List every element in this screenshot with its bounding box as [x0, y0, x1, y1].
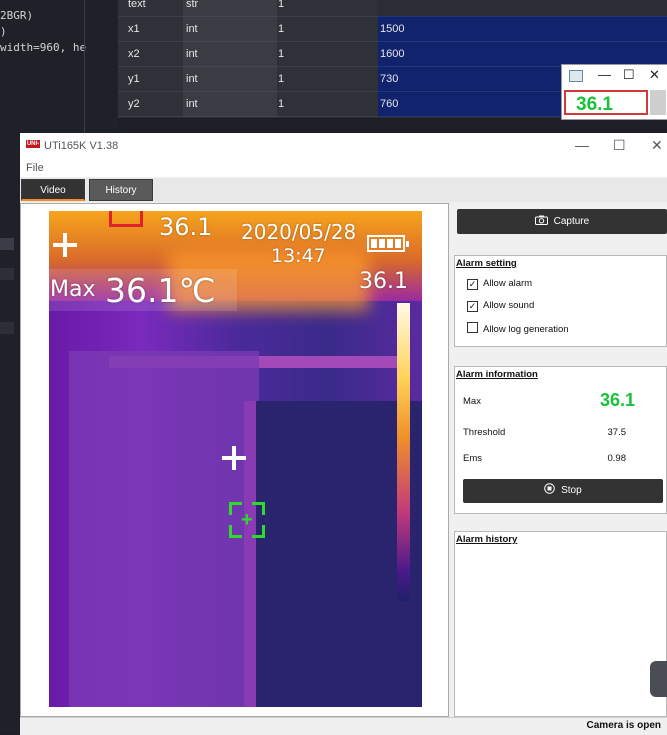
capture-button[interactable]: Capture	[457, 209, 667, 234]
close-button[interactable]: ✕	[651, 137, 663, 154]
maximize-button[interactable]: ☐	[613, 137, 626, 154]
alarm-information-section: Alarm information Max 36.1 Threshold 37.…	[454, 366, 667, 514]
camera-icon	[534, 215, 554, 227]
var-size: 1	[278, 48, 285, 60]
side-panel-handle[interactable]	[650, 661, 667, 697]
maximize-button[interactable]: ☐	[623, 67, 635, 83]
thermal-image: 36.1 2020/05/28 13:47 Max 36.1℃ 36.1 +	[49, 211, 422, 707]
code-line: )	[0, 25, 7, 38]
battery-icon	[367, 235, 409, 252]
crosshair-icon	[53, 233, 77, 257]
scale-max-value: 36.1	[359, 269, 408, 294]
ems-label: Ems	[463, 453, 482, 464]
alarm-information-title: Alarm information	[456, 369, 538, 380]
var-type: str	[186, 0, 199, 10]
stop-label: Stop	[561, 485, 582, 496]
color-scale-bar	[397, 303, 410, 601]
allow-sound-checkbox[interactable]: ✓ Allow sound	[467, 300, 534, 312]
var-type: int	[186, 73, 198, 85]
tab-history[interactable]: History	[89, 179, 153, 201]
var-value: 760	[380, 98, 399, 110]
checkbox-checked-icon: ✓	[467, 279, 478, 290]
date-label: 2020/05/28	[241, 220, 357, 244]
checkbox-label: Allow alarm	[483, 278, 533, 289]
time-label: 13:47	[271, 245, 326, 267]
var-value: 1600	[380, 48, 405, 60]
close-button[interactable]: ✕	[649, 67, 660, 83]
var-name: x1	[128, 23, 140, 35]
unit-logo: UNI-T	[26, 140, 40, 155]
table-row[interactable]: x1 int 1 1500	[118, 17, 667, 42]
var-value: 730	[380, 73, 399, 85]
line-highlight	[0, 268, 14, 280]
var-value: 1500	[380, 23, 405, 35]
center-crosshair-icon	[222, 446, 252, 476]
spot-temperature: 36.1	[159, 213, 213, 241]
var-size: 1	[278, 23, 285, 35]
line-highlight	[0, 238, 14, 250]
menu-bar: File	[20, 159, 667, 177]
stop-button[interactable]: Stop	[463, 479, 663, 503]
capture-label: Capture	[553, 216, 590, 227]
window-title: UTi165K V1.38	[44, 140, 119, 152]
title-bar[interactable]: UNI-T UTi165K V1.38 — ☐ ✕	[20, 133, 667, 159]
control-panel: Capture Alarm setting ✓ Allow alarm ✓ Allo…	[454, 207, 667, 717]
threshold-label: Threshold	[463, 427, 506, 438]
allow-alarm-checkbox[interactable]: ✓ Allow alarm	[467, 278, 532, 290]
var-type: int	[186, 98, 198, 110]
alarm-setting-section: Alarm setting ✓ Allow alarm ✓ Allow sound …	[454, 255, 667, 347]
var-size: 1	[278, 0, 285, 10]
video-pane: 36.1 2020/05/28 13:47 Max 36.1℃ 36.1 +	[20, 203, 449, 717]
code-line: 2BGR)	[0, 9, 34, 22]
alarm-setting-title: Alarm setting	[456, 258, 517, 269]
max-label: Max	[463, 396, 481, 407]
ems-value: 0.98	[607, 453, 627, 464]
checkbox-checked-icon: ✓	[467, 301, 478, 312]
var-name: y1	[128, 73, 140, 85]
stop-icon	[544, 483, 561, 496]
var-size: 1	[278, 73, 285, 85]
scrollbar[interactable]	[650, 90, 666, 115]
checkbox-label: Allow log generation	[483, 324, 569, 335]
hot-spot-marker	[109, 211, 143, 227]
thermal-camera-app: UNI-T UTi165K V1.38 — ☐ ✕ File Video His…	[20, 133, 667, 735]
max-label: Max	[50, 277, 96, 302]
minimize-button[interactable]: —	[598, 67, 611, 82]
tab-video[interactable]: Video	[21, 179, 85, 201]
var-type: int	[186, 48, 198, 60]
var-name: y2	[128, 98, 140, 110]
alarm-history-section: Alarm history	[454, 531, 667, 717]
status-bar: Camera is open	[20, 717, 667, 735]
minimize-button[interactable]: —	[575, 137, 589, 153]
tab-bar: Video History	[20, 178, 667, 202]
var-type: int	[186, 23, 198, 35]
temperature-popup-window: — ☐ ✕ 36.1	[561, 64, 667, 120]
temperature-readout: 36.1	[564, 90, 648, 115]
menu-file[interactable]: File	[26, 162, 44, 174]
line-highlight	[0, 322, 14, 334]
max-value: 36.1	[599, 390, 635, 410]
window-icon	[569, 70, 583, 82]
target-icon: +	[229, 502, 265, 538]
checkbox-label: Allow sound	[483, 300, 535, 311]
checkbox-unchecked-icon	[467, 322, 478, 333]
allow-log-checkbox[interactable]: Allow log generation	[467, 322, 569, 335]
threshold-value: 37.5	[607, 427, 627, 438]
alarm-history-title: Alarm history	[456, 534, 518, 545]
var-name: x2	[128, 48, 140, 60]
max-temperature: 36.1℃	[105, 271, 216, 310]
var-name: text	[128, 0, 146, 10]
table-row[interactable]: text str 1	[118, 0, 667, 17]
code-line: width=960, he	[0, 41, 87, 54]
var-size: 1	[278, 98, 285, 110]
camera-status: Camera is open	[586, 720, 661, 731]
